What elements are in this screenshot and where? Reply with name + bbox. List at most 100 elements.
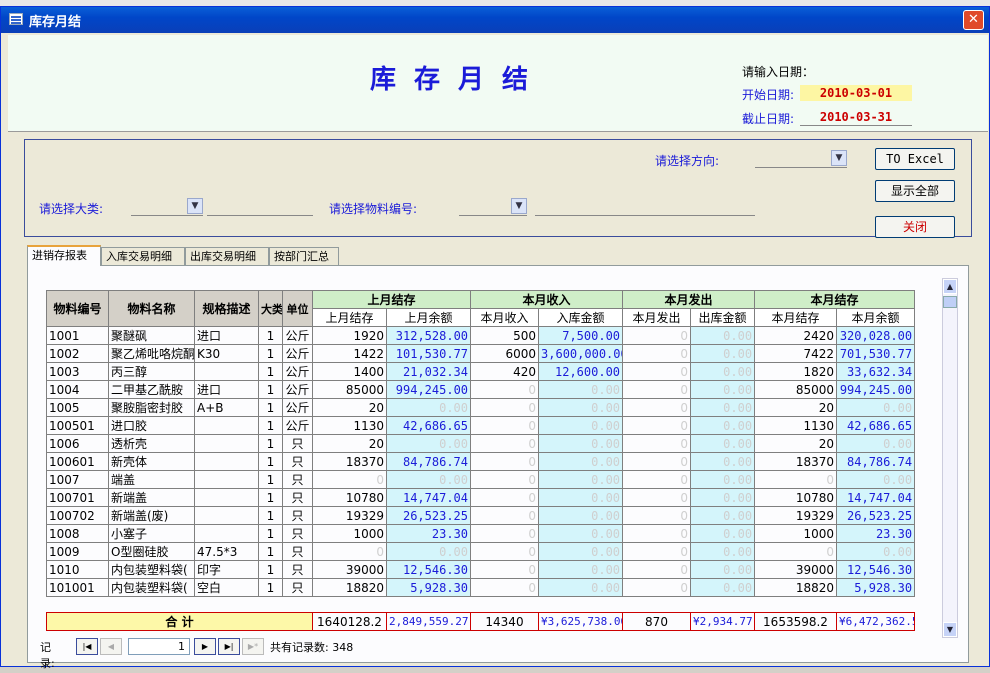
- table-cell[interactable]: 0: [622, 506, 692, 525]
- table-cell[interactable]: 85000: [312, 380, 387, 399]
- table-row[interactable]: 1007 端盖 1 只 0 0.00 0 0.00 0 0.00 0 0.00: [46, 470, 916, 489]
- table-cell[interactable]: 公斤: [282, 326, 313, 345]
- tab-department-summary[interactable]: 按部门汇总: [269, 247, 339, 265]
- table-cell[interactable]: 空白: [194, 578, 259, 597]
- table-cell[interactable]: 84,786.74: [385, 452, 472, 471]
- table-cell[interactable]: 0.00: [690, 326, 756, 345]
- table-cell[interactable]: 0: [622, 416, 692, 435]
- table-cell[interactable]: 1000: [754, 524, 838, 543]
- table-cell[interactable]: 26,523.25: [836, 506, 916, 525]
- table-cell[interactable]: 进口: [194, 380, 259, 399]
- table-cell[interactable]: 1: [258, 542, 283, 561]
- table-cell[interactable]: 0: [622, 434, 692, 453]
- table-row[interactable]: 100501 进口胶 1 公斤 1130 42,686.65 0 0.00 0 0.00 1130 4…: [46, 416, 916, 435]
- tab-inventory-report[interactable]: 进销存报表: [27, 245, 101, 266]
- table-cell[interactable]: 23.30: [385, 524, 472, 543]
- table-cell[interactable]: 47.5*3: [194, 542, 259, 561]
- table-row[interactable]: 1005 聚胺脂密封胶 A+B 1 公斤 20 0.00 0 0.00 0 0.00 20 0.00: [46, 398, 916, 417]
- table-cell[interactable]: 1: [258, 344, 283, 363]
- table-cell[interactable]: A+B: [194, 398, 259, 417]
- table-cell[interactable]: 0.00: [385, 434, 472, 453]
- table-row[interactable]: 100702 新端盖(废) 1 只 19329 26,523.25 0 0.00 0 0.00 19…: [46, 506, 916, 525]
- table-cell[interactable]: 1000: [312, 524, 387, 543]
- table-cell[interactable]: 0: [470, 452, 540, 471]
- table-cell[interactable]: 端盖: [108, 470, 195, 489]
- table-cell[interactable]: 100702: [46, 506, 109, 525]
- start-date-field[interactable]: 2010-03-01: [800, 85, 912, 101]
- table-cell[interactable]: 39000: [754, 560, 838, 579]
- table-cell[interactable]: 0: [470, 416, 540, 435]
- table-cell[interactable]: 0: [622, 380, 692, 399]
- table-cell[interactable]: 1008: [46, 524, 109, 543]
- table-row[interactable]: 1006 透析壳 1 只 20 0.00 0 0.00 0 0.00 20 0.00: [46, 434, 916, 453]
- category-select[interactable]: ▼: [131, 198, 203, 216]
- table-cell[interactable]: 新端盖: [108, 488, 195, 507]
- table-cell[interactable]: 18370: [754, 452, 838, 471]
- table-cell[interactable]: 聚醚砜: [108, 326, 195, 345]
- table-cell[interactable]: 20: [754, 398, 838, 417]
- table-row[interactable]: 1002 聚乙烯吡咯烷酮 K30 1 公斤 1422 101,530.77 6000 3,600…: [46, 344, 916, 363]
- table-cell[interactable]: [194, 488, 259, 507]
- table-cell[interactable]: 1: [258, 434, 283, 453]
- table-cell[interactable]: 0.00: [385, 542, 472, 561]
- table-cell[interactable]: 只: [282, 524, 313, 543]
- table-cell[interactable]: 42,686.65: [385, 416, 472, 435]
- table-cell[interactable]: 0: [470, 524, 540, 543]
- table-cell[interactable]: 0.00: [385, 470, 472, 489]
- tab-inbound-detail[interactable]: 入库交易明细: [101, 247, 185, 265]
- table-cell[interactable]: 0: [622, 362, 692, 381]
- table-cell[interactable]: 0.00: [538, 542, 624, 561]
- table-cell[interactable]: [194, 506, 259, 525]
- table-cell[interactable]: 进口: [194, 326, 259, 345]
- direction-select[interactable]: ▼: [755, 150, 847, 168]
- table-cell[interactable]: 1001: [46, 326, 109, 345]
- table-cell[interactable]: 0.00: [538, 506, 624, 525]
- table-row[interactable]: 1009 O型圈硅胶 47.5*3 1 只 0 0.00 0 0.00 0 0.00 0 0.00: [46, 542, 916, 561]
- table-cell[interactable]: 1: [258, 578, 283, 597]
- table-cell[interactable]: 5,928.30: [385, 578, 472, 597]
- table-cell[interactable]: 14,747.04: [836, 488, 916, 507]
- table-cell[interactable]: 18370: [312, 452, 387, 471]
- table-cell[interactable]: 只: [282, 560, 313, 579]
- table-cell[interactable]: 85000: [754, 380, 838, 399]
- table-cell[interactable]: 0.00: [690, 380, 756, 399]
- table-cell[interactable]: 0.00: [690, 524, 756, 543]
- table-cell[interactable]: 0.00: [385, 398, 472, 417]
- table-cell[interactable]: 0.00: [690, 434, 756, 453]
- table-cell[interactable]: 21,032.34: [385, 362, 472, 381]
- table-cell[interactable]: 0: [622, 542, 692, 561]
- table-cell[interactable]: 聚胺脂密封胶: [108, 398, 195, 417]
- table-cell[interactable]: 只: [282, 488, 313, 507]
- table-cell[interactable]: 0: [622, 344, 692, 363]
- table-cell[interactable]: 只: [282, 506, 313, 525]
- table-cell[interactable]: [194, 452, 259, 471]
- table-cell[interactable]: 1: [258, 398, 283, 417]
- table-cell[interactable]: 0.00: [690, 470, 756, 489]
- table-cell[interactable]: 新壳体: [108, 452, 195, 471]
- table-cell[interactable]: 1: [258, 506, 283, 525]
- table-cell[interactable]: 1009: [46, 542, 109, 561]
- table-cell[interactable]: [194, 416, 259, 435]
- table-cell[interactable]: 0.00: [538, 488, 624, 507]
- table-cell[interactable]: 0.00: [690, 452, 756, 471]
- table-cell[interactable]: 0.00: [690, 560, 756, 579]
- table-cell[interactable]: 101,530.77: [385, 344, 472, 363]
- table-cell[interactable]: 1422: [312, 344, 387, 363]
- table-cell[interactable]: 100701: [46, 488, 109, 507]
- table-cell[interactable]: 内包装塑料袋(: [108, 578, 195, 597]
- close-button[interactable]: 关闭: [875, 216, 955, 238]
- table-cell[interactable]: 994,245.00: [836, 380, 916, 399]
- table-cell[interactable]: 公斤: [282, 416, 313, 435]
- previous-record-icon[interactable]: ◀: [100, 638, 122, 655]
- table-cell[interactable]: 0.00: [690, 506, 756, 525]
- table-cell[interactable]: 0: [312, 470, 387, 489]
- table-cell[interactable]: 320,028.00: [836, 326, 916, 345]
- table-cell[interactable]: 10780: [312, 488, 387, 507]
- scroll-thumb[interactable]: [943, 296, 957, 308]
- end-date-field[interactable]: 2010-03-31: [800, 109, 912, 126]
- table-row[interactable]: 1003 丙三醇 1 公斤 1400 21,032.34 420 12,600.00 0 0.00…: [46, 362, 916, 381]
- table-cell[interactable]: 0: [470, 434, 540, 453]
- table-cell[interactable]: 3,600,000.00: [538, 344, 624, 363]
- table-cell[interactable]: 1004: [46, 380, 109, 399]
- table-cell[interactable]: 0.00: [690, 416, 756, 435]
